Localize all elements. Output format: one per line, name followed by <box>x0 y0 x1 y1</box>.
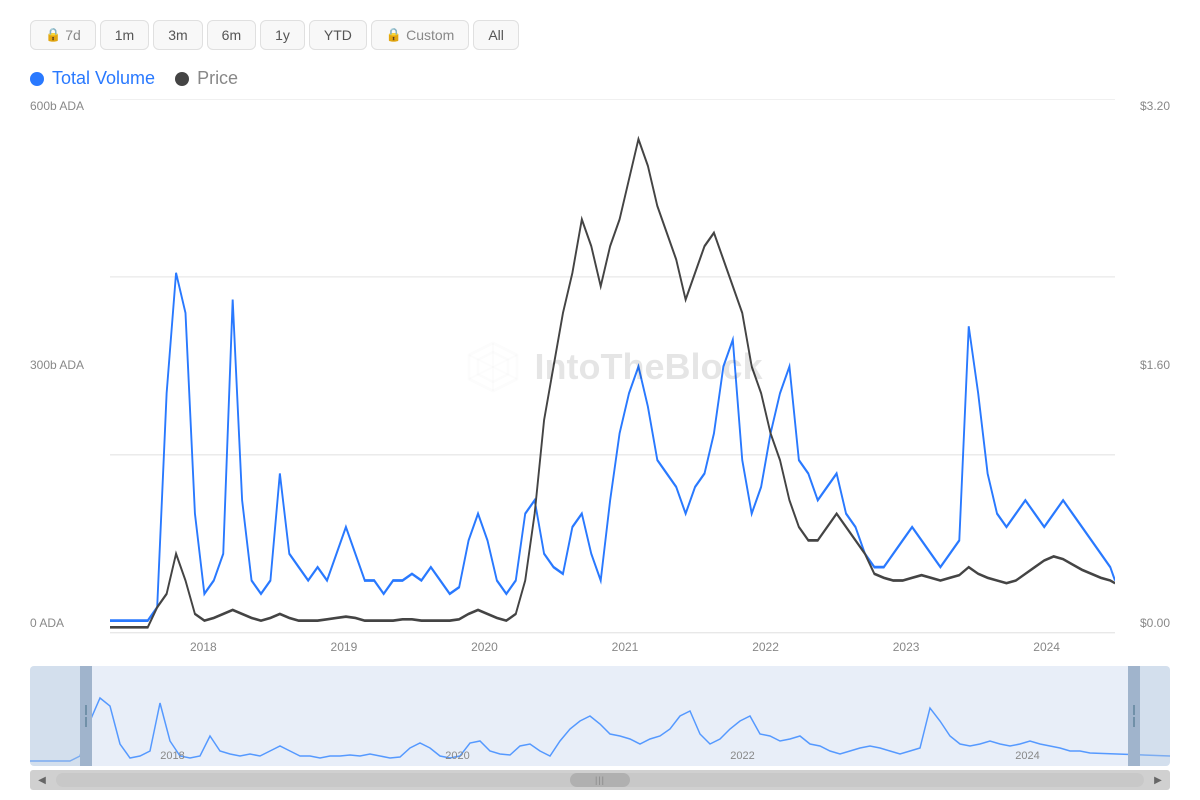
chart-wrapper: 600b ADA 300b ADA 0 ADA $3.20 $1.60 $0.0… <box>30 99 1170 790</box>
x-axis: 2018 2019 2020 2021 2022 2023 2024 <box>190 634 1060 660</box>
mini-chart-svg <box>30 666 1170 766</box>
scroll-right-arrow[interactable]: ▶ <box>1146 770 1170 790</box>
scrollbar-track: ◀ ||| ▶ <box>30 770 1170 790</box>
btn-7d[interactable]: 🔒 7d <box>30 20 96 50</box>
mini-left-handle[interactable] <box>80 666 92 766</box>
btn-all-label: All <box>488 27 504 43</box>
y-left-top: 600b ADA <box>30 99 110 113</box>
btn-7d-label: 7d <box>65 27 81 43</box>
scrollbar-body: ||| <box>56 773 1144 787</box>
volume-label: Total Volume <box>52 68 155 89</box>
price-dot <box>175 72 189 86</box>
main-chart-svg <box>110 99 1115 634</box>
btn-1m-label: 1m <box>115 27 134 43</box>
legend-price: Price <box>175 68 238 89</box>
btn-ytd[interactable]: YTD <box>309 20 367 50</box>
btn-all[interactable]: All <box>473 20 519 50</box>
chart-svg-container: IntoTheBlock <box>110 99 1115 634</box>
x-label-2018: 2018 <box>190 640 217 654</box>
x-label-2022: 2022 <box>752 640 779 654</box>
chart-legend: Total Volume Price <box>30 68 1170 89</box>
time-range-bar: 🔒 7d 1m 3m 6m 1y YTD 🔒 Custom All <box>30 20 1170 50</box>
handle-line-2 <box>85 717 87 727</box>
btn-1m[interactable]: 1m <box>100 20 149 50</box>
y-axis-left: 600b ADA 300b ADA 0 ADA <box>30 99 110 630</box>
mini-chart: 2018 2020 2022 2024 <box>30 666 1170 766</box>
x-label-2019: 2019 <box>331 640 358 654</box>
mini-right-overlay <box>1140 666 1170 766</box>
btn-custom[interactable]: 🔒 Custom <box>371 20 469 50</box>
y-left-bot: 0 ADA <box>30 616 110 630</box>
price-label: Price <box>197 68 238 89</box>
x-label-2021: 2021 <box>612 640 639 654</box>
scroll-left-arrow[interactable]: ◀ <box>30 770 54 790</box>
btn-6m-label: 6m <box>222 27 241 43</box>
handle-line-1 <box>85 705 87 715</box>
btn-1y-label: 1y <box>275 27 290 43</box>
btn-6m[interactable]: 6m <box>207 20 256 50</box>
btn-3m-label: 3m <box>168 27 187 43</box>
x-label-2023: 2023 <box>893 640 920 654</box>
thumb-grip: ||| <box>595 775 605 785</box>
handle-line-4 <box>1133 717 1135 727</box>
btn-ytd-label: YTD <box>324 27 352 43</box>
scrollbar-thumb[interactable]: ||| <box>570 773 630 787</box>
x-label-2020: 2020 <box>471 640 498 654</box>
legend-volume: Total Volume <box>30 68 155 89</box>
x-label-2024: 2024 <box>1033 640 1060 654</box>
main-chart-area: 600b ADA 300b ADA 0 ADA $3.20 $1.60 $0.0… <box>30 99 1170 660</box>
main-container: 🔒 7d 1m 3m 6m 1y YTD 🔒 Custom All Total … <box>0 0 1200 800</box>
btn-1y[interactable]: 1y <box>260 20 305 50</box>
volume-dot <box>30 72 44 86</box>
btn-custom-label: Custom <box>406 27 454 43</box>
y-left-mid: 300b ADA <box>30 358 110 372</box>
lock-icon-custom: 🔒 <box>386 27 402 43</box>
y-right-top: $3.20 <box>1140 99 1170 113</box>
mini-left-overlay <box>30 666 80 766</box>
btn-3m[interactable]: 3m <box>153 20 202 50</box>
mini-right-handle[interactable] <box>1128 666 1140 766</box>
lock-icon-7d: 🔒 <box>45 27 61 43</box>
y-axis-right: $3.20 $1.60 $0.00 <box>1115 99 1170 630</box>
y-right-bot: $0.00 <box>1140 616 1170 630</box>
y-right-mid: $1.60 <box>1140 358 1170 372</box>
handle-line-3 <box>1133 705 1135 715</box>
